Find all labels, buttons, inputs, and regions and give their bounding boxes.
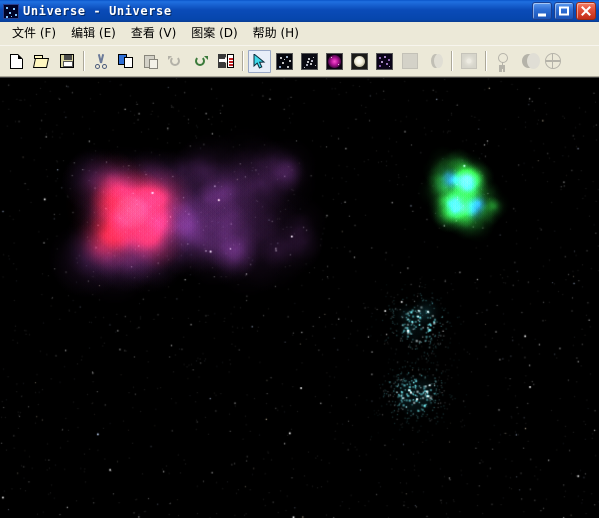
select-tool[interactable]	[248, 49, 271, 73]
new-document-icon	[10, 53, 23, 69]
copy-icon	[118, 54, 133, 68]
nebula-tool[interactable]	[323, 50, 346, 73]
globe-earth-icon	[544, 53, 561, 69]
menu-file[interactable]: 文件 (F)	[6, 22, 65, 44]
earth-tool	[541, 50, 564, 73]
star-cluster-icon	[301, 52, 318, 70]
window-controls	[532, 2, 597, 20]
glow-sphere-icon	[351, 52, 368, 70]
comet-icon	[427, 53, 443, 69]
galaxy-tool[interactable]	[373, 50, 396, 73]
menu-help[interactable]: 帮助 (H)	[247, 22, 308, 44]
undo-button	[164, 50, 187, 73]
cursor-arrow-icon	[253, 53, 267, 69]
export-button[interactable]	[214, 50, 237, 73]
redo-button[interactable]	[189, 50, 212, 73]
copy-button[interactable]	[114, 50, 137, 73]
paste-icon	[143, 54, 158, 69]
menu-view[interactable]: 查看 (V)	[125, 22, 185, 44]
venus-planet-icon	[495, 53, 511, 69]
universe-canvas[interactable]	[0, 77, 599, 518]
export-arrow-icon	[217, 54, 234, 68]
glow-sphere-tool[interactable]	[348, 50, 371, 73]
title-bar: Universe - Universe	[0, 0, 599, 22]
menu-pattern[interactable]: 图案 (D)	[185, 22, 246, 44]
toolbar-separator-1	[83, 51, 84, 71]
save-button[interactable]	[55, 50, 78, 73]
blank-swatch-icon	[401, 53, 418, 69]
toolbar-separator-2	[242, 51, 243, 71]
undo-arrow-icon	[168, 54, 183, 68]
starfield-render[interactable]	[0, 78, 599, 518]
maximize-button[interactable]	[554, 2, 574, 20]
tool-bar	[0, 45, 599, 77]
star-cluster-tool[interactable]	[298, 50, 321, 73]
blank-tool	[398, 50, 421, 73]
single-star-tool	[457, 50, 480, 73]
universe-app-icon	[3, 3, 19, 19]
comet-tool	[423, 50, 446, 73]
menu-edit[interactable]: 编辑 (E)	[65, 22, 125, 44]
save-disk-icon	[59, 54, 74, 68]
single-star-icon	[460, 53, 477, 69]
minimize-button[interactable]	[532, 2, 552, 20]
close-button[interactable]	[576, 2, 596, 20]
toolbar-separator-3	[451, 51, 452, 71]
magenta-nebula-icon	[326, 52, 343, 70]
toolbar-separator-4	[485, 51, 486, 71]
open-folder-icon	[32, 54, 50, 68]
app-window: Universe - Universe 文件 (F) 编辑 (E) 查看 (V)…	[0, 0, 599, 518]
purple-galaxy-icon	[376, 52, 393, 70]
scissors-icon	[94, 53, 108, 69]
paste-button	[139, 50, 162, 73]
moon-crescent-icon	[520, 53, 540, 69]
menu-bar: 文件 (F) 编辑 (E) 查看 (V) 图案 (D) 帮助 (H)	[0, 22, 599, 45]
cut-button[interactable]	[89, 50, 112, 73]
redo-arrow-icon	[193, 54, 208, 68]
window-title: Universe - Universe	[23, 4, 172, 18]
stars-tool[interactable]	[273, 50, 296, 73]
stars-field-icon	[276, 52, 293, 70]
open-button[interactable]	[30, 50, 53, 73]
planet-tool	[491, 50, 514, 73]
moon-tool	[516, 50, 540, 73]
new-button[interactable]	[5, 50, 28, 73]
